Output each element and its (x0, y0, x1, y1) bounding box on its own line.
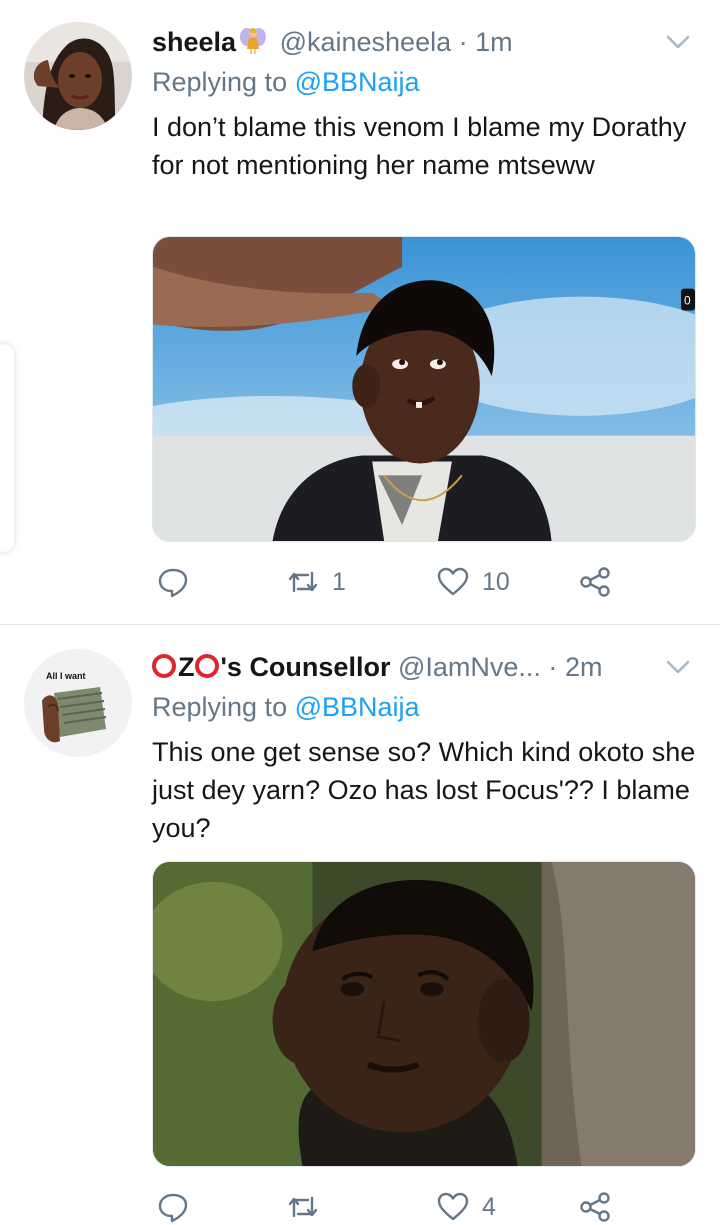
retweet-button[interactable]: 1 (286, 560, 346, 604)
media-badge: 0 (684, 294, 691, 308)
replying-prefix: Replying to (152, 692, 288, 722)
reply-button[interactable] (156, 560, 202, 604)
display-name[interactable]: Z 's Counsellor (152, 652, 390, 682)
retweet-button[interactable] (286, 1185, 332, 1225)
timestamp[interactable]: 1m (475, 27, 513, 57)
avatar[interactable] (24, 22, 132, 130)
heart-icon (437, 567, 469, 596)
share-icon (580, 1192, 610, 1222)
tweet-feed: sheela @kainesheela · 1m Replying to @BB… (0, 0, 720, 1225)
display-name-suffix: 's Counsellor (220, 652, 391, 682)
reply-icon (158, 1193, 188, 1223)
replying-to-line: Replying to @BBNaija (152, 689, 420, 725)
tweet-header: Z 's Counsellor @IamNve... · 2m (152, 649, 650, 685)
timestamp[interactable]: 2m (565, 652, 603, 682)
tweet-media-image[interactable]: 0 (152, 236, 696, 542)
avatar[interactable]: All I want (24, 649, 132, 757)
tweet-actions: 1 10 (152, 560, 652, 604)
replying-prefix: Replying to (152, 67, 288, 97)
heart-icon (437, 1192, 469, 1221)
display-name[interactable]: sheela (152, 27, 236, 57)
tweet-card[interactable]: All I want Z 's Counsellor @IamNve... · 2… (0, 624, 720, 1225)
retweet-icon (288, 571, 318, 593)
like-button[interactable]: 10 (436, 560, 510, 604)
user-handle[interactable]: @IamNve... (398, 652, 541, 682)
share-icon (580, 567, 610, 597)
reply-mention-link[interactable]: @BBNaija (295, 67, 420, 97)
reply-icon (158, 568, 188, 598)
tweet-card[interactable]: sheela @kainesheela · 1m Replying to @BB… (0, 0, 720, 624)
reply-button[interactable] (156, 1185, 202, 1225)
share-button[interactable] (578, 1185, 612, 1225)
separator-dot: · (548, 652, 558, 682)
tweet-header: sheela @kainesheela · 1m (152, 24, 650, 60)
tweet-text: This one get sense so? Which kind okoto … (152, 737, 696, 843)
like-button[interactable]: 4 (436, 1185, 496, 1225)
like-count: 10 (482, 567, 510, 596)
fairy-emoji-icon (240, 28, 267, 54)
tweet-text: I don’t blame this venom I blame my Dora… (152, 112, 687, 180)
chevron-down-icon[interactable] (660, 24, 696, 60)
tweet-actions: 4 (152, 1185, 652, 1225)
share-button[interactable] (578, 560, 612, 604)
separator-dot: · (458, 27, 468, 57)
chevron-down-icon[interactable] (660, 649, 696, 685)
avatar-caption: All I want (46, 671, 86, 681)
like-count: 4 (482, 1192, 496, 1221)
display-name-prefix: Z (178, 652, 195, 682)
retweet-count: 1 (332, 567, 346, 596)
reply-mention-link[interactable]: @BBNaija (295, 692, 420, 722)
red-circle-emoji-icon (152, 654, 176, 678)
red-circle-emoji-icon (194, 654, 219, 678)
tweet-media-image[interactable] (152, 861, 696, 1167)
retweet-icon (288, 1196, 318, 1218)
replying-to-line: Replying to @BBNaija (152, 64, 420, 100)
user-handle[interactable]: @kainesheela (280, 27, 452, 57)
